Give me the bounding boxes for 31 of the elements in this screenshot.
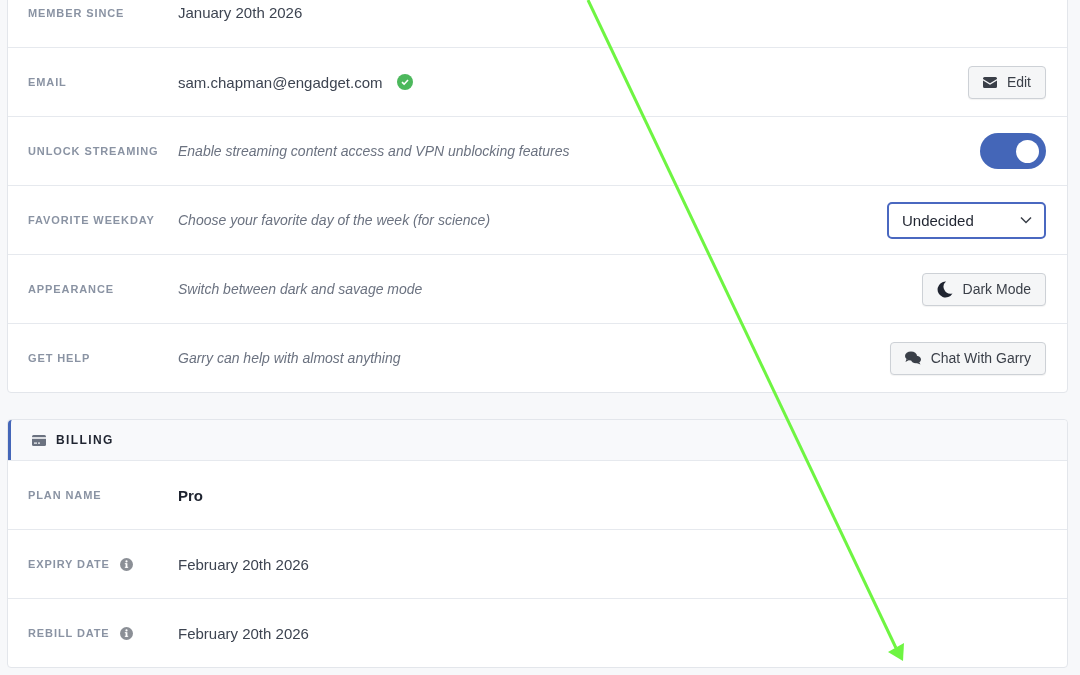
chat-button[interactable]: Chat With Garry bbox=[889, 341, 1046, 375]
field-label: MEMBER SINCE bbox=[28, 6, 125, 19]
field-value: Pro bbox=[178, 486, 203, 504]
weekday-dropdown[interactable]: Undecided bbox=[887, 201, 1046, 239]
field-label: GET HELP bbox=[28, 352, 91, 364]
field-label: EMAIL bbox=[28, 76, 67, 88]
toggle-switch[interactable] bbox=[980, 133, 1046, 169]
chat-bubbles-icon bbox=[904, 351, 921, 365]
info-icon[interactable] bbox=[119, 626, 133, 640]
field-description: Garry can help with almost anything bbox=[178, 350, 401, 366]
field-label: REBILL DATE bbox=[28, 627, 110, 639]
field-label: PLAN NAME bbox=[28, 489, 102, 501]
field-description: Enable streaming content access and VPN unblocking features bbox=[178, 143, 570, 159]
dark-mode-button[interactable]: Dark Mode bbox=[921, 272, 1046, 306]
envelope-icon bbox=[982, 76, 997, 88]
edit-button[interactable]: Edit bbox=[967, 65, 1046, 99]
field-label: EXPIRY DATE bbox=[28, 558, 110, 570]
field-value: sam.chapman@engadget.com bbox=[178, 73, 383, 91]
field-label: APPEARANCE bbox=[28, 283, 114, 295]
field-description: Choose your favorite day of the week (for science) bbox=[178, 212, 491, 228]
field-label: FAVORITE WEEKDAY bbox=[28, 214, 155, 226]
info-icon[interactable] bbox=[119, 557, 133, 571]
field-value: January 20th 2026 bbox=[178, 4, 303, 21]
moon-icon bbox=[936, 280, 953, 298]
field-value: February 20th 2026 bbox=[178, 555, 309, 573]
field-description: Switch between dark and savage mode bbox=[178, 281, 423, 297]
section-title: BILLING bbox=[56, 433, 114, 447]
field-value: February 20th 2026 bbox=[178, 624, 309, 642]
field-label: UNLOCK STREAMING bbox=[28, 145, 159, 157]
credit-card-icon bbox=[32, 434, 46, 446]
chevron-down-icon bbox=[1020, 216, 1032, 224]
